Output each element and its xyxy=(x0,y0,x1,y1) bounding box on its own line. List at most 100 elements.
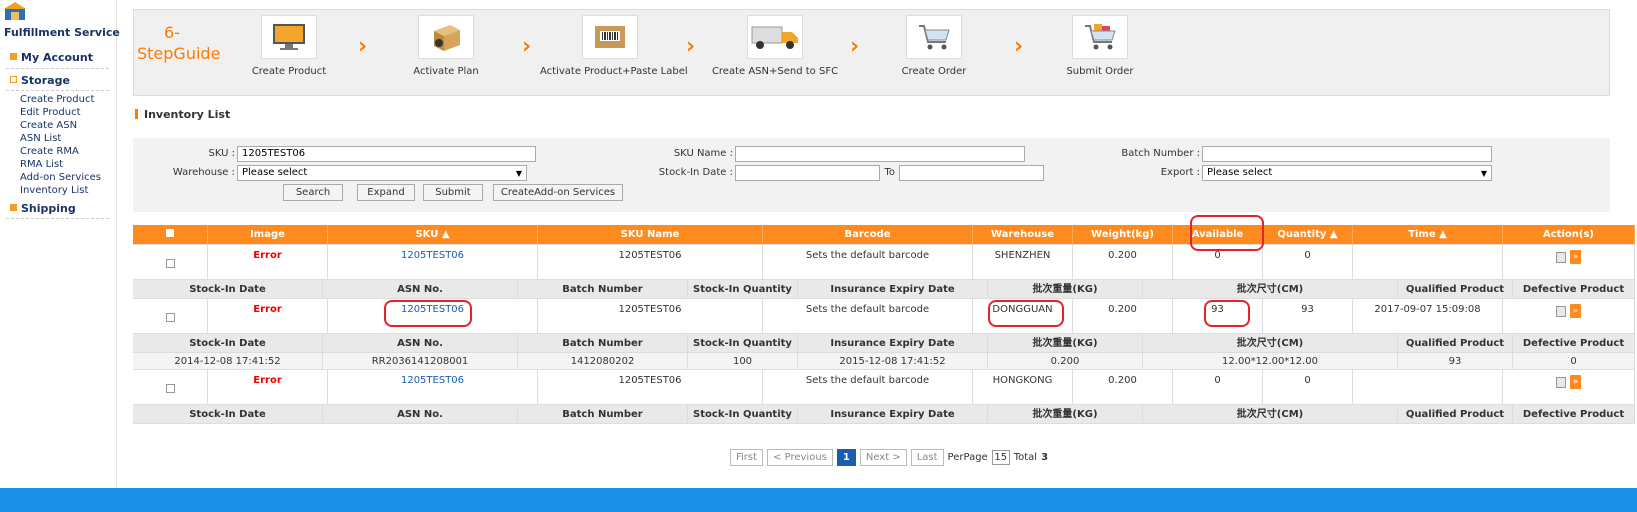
warehouse-select[interactable]: Please select xyxy=(237,165,527,181)
warehouse-label: Warehouse : xyxy=(172,167,235,178)
step-label: Create Product xyxy=(251,66,327,77)
row-checkbox[interactable] xyxy=(165,384,175,393)
nav-shipping-label: Shipping xyxy=(21,202,76,215)
page-1-button[interactable]: 1 xyxy=(836,449,856,466)
batch-header: Stock-In Date ASN No. Batch Number Stock… xyxy=(133,280,1635,299)
nav-asn-list[interactable]: ASN List xyxy=(20,132,61,145)
sub-col-batch-weight: 批次重量(KG) xyxy=(988,405,1143,424)
sku-input[interactable]: 1205TEST06 xyxy=(237,146,536,162)
expand-icon[interactable]: » xyxy=(1570,250,1581,264)
search-button[interactable]: Search xyxy=(283,184,343,201)
sub-col-asn: ASN No. xyxy=(323,334,518,353)
step-activate-plan[interactable]: Activate Plan xyxy=(386,15,506,77)
first-page-button[interactable]: First xyxy=(730,449,764,466)
highlight-available-header xyxy=(1190,215,1264,251)
bullet-icon xyxy=(10,53,17,60)
step-create-asn[interactable]: Create ASN+Send to SFC xyxy=(710,15,840,77)
sub-col-stockin-qty: Stock-In Quantity xyxy=(688,405,798,424)
asn-no: RR2036141208001 xyxy=(323,353,518,370)
last-page-button[interactable]: Last xyxy=(910,449,944,466)
defective-product: 0 xyxy=(1513,353,1635,370)
col-warehouse: Warehouse xyxy=(973,225,1073,245)
sub-col-qualified: Qualified Product xyxy=(1398,405,1513,424)
total-count: 3 xyxy=(1041,452,1049,463)
stockin-qty: 100 xyxy=(688,353,798,370)
select-all-cell[interactable] xyxy=(133,225,208,245)
nav-create-product[interactable]: Create Product xyxy=(20,93,94,106)
expand-button[interactable]: Expand xyxy=(357,184,415,201)
step-activate-product[interactable]: Activate Product+Paste Label xyxy=(540,15,688,77)
nav-create-asn[interactable]: Create ASN xyxy=(20,119,77,132)
sku-link[interactable]: 1205TEST06 xyxy=(328,245,538,280)
barcode: Sets the default barcode xyxy=(763,245,973,280)
row-select[interactable] xyxy=(133,299,208,334)
nav-my-account[interactable]: My Account xyxy=(10,51,93,64)
nav-inventory-list[interactable]: Inventory List xyxy=(20,184,88,197)
row-checkbox[interactable] xyxy=(165,259,175,268)
nav-create-rma[interactable]: Create RMA xyxy=(20,145,79,158)
nav-addon-services[interactable]: Add-on Services xyxy=(20,171,101,184)
col-barcode: Barcode xyxy=(763,225,973,245)
nav-my-account-label: My Account xyxy=(21,51,93,64)
sub-col-batch-size: 批次尺寸(CM) xyxy=(1143,405,1398,424)
cart-icon xyxy=(906,15,962,59)
footer-bar xyxy=(0,488,1637,512)
sku-link[interactable]: 1205TEST06 xyxy=(328,370,538,405)
sku-name: 1205TEST06 xyxy=(538,299,763,334)
submit-button[interactable]: Submit xyxy=(423,184,483,201)
stockin-date-to[interactable] xyxy=(899,165,1044,181)
service-title: Fulfillment Service xyxy=(4,26,120,39)
expand-icon[interactable]: » xyxy=(1570,304,1581,318)
step-label: Activate Plan xyxy=(413,66,479,77)
sub-col-insurance: Insurance Expiry Date xyxy=(798,280,988,299)
row-select[interactable] xyxy=(133,245,208,280)
image-error: Error xyxy=(208,299,328,334)
highlight-sku xyxy=(384,300,472,327)
expand-icon[interactable]: » xyxy=(1570,375,1581,389)
stockin-date-from[interactable] xyxy=(735,165,880,181)
row-checkbox[interactable] xyxy=(165,313,175,322)
col-sku[interactable]: SKU ▲ xyxy=(328,225,538,245)
col-time[interactable]: Time ▲ xyxy=(1353,225,1503,245)
to-label: To xyxy=(884,167,895,178)
view-icon[interactable] xyxy=(1556,376,1566,388)
sub-col-stockin-date: Stock-In Date xyxy=(133,280,323,299)
section-title-text: Inventory List xyxy=(144,108,231,121)
sku-label: SKU : xyxy=(208,148,235,159)
next-page-button[interactable]: Next > xyxy=(859,449,907,466)
view-icon[interactable] xyxy=(1556,305,1566,317)
col-quantity[interactable]: Quantity ▲ xyxy=(1263,225,1353,245)
divider xyxy=(6,68,109,69)
step-guide: 6-StepGuide Create Product › Activate Pl… xyxy=(133,9,1610,96)
pagination: First < Previous 1 Next > Last PerPage 1… xyxy=(730,449,1048,466)
previous-page-button[interactable]: < Previous xyxy=(767,449,833,466)
quantity: 0 xyxy=(1263,370,1353,405)
batch-number-label: Batch Number : xyxy=(1121,148,1200,159)
per-page-input[interactable]: 15 xyxy=(991,450,1010,465)
chevron-right-icon: › xyxy=(1014,34,1024,59)
qualified-product: 93 xyxy=(1398,353,1513,370)
export-select[interactable]: Please select xyxy=(1202,165,1492,181)
quantity: 0 xyxy=(1263,245,1353,280)
select-all-checkbox[interactable] xyxy=(166,229,174,237)
step-create-order[interactable]: Create Order xyxy=(874,15,994,77)
collapse-icon xyxy=(10,76,17,83)
time: 2017-09-07 15:09:08 xyxy=(1353,299,1503,334)
batch-number-input[interactable] xyxy=(1202,146,1492,162)
row-select[interactable] xyxy=(133,370,208,405)
sku-name-input[interactable] xyxy=(735,146,1025,162)
sku-name-label: SKU Name : xyxy=(673,148,733,159)
sub-col-batch: Batch Number xyxy=(518,334,688,353)
step-create-product[interactable]: Create Product xyxy=(229,15,349,77)
step-submit-order[interactable]: Submit Order xyxy=(1040,15,1160,77)
box-icon xyxy=(418,15,474,59)
nav-shipping[interactable]: Shipping xyxy=(10,202,76,215)
view-icon[interactable] xyxy=(1556,251,1566,263)
weight: 0.200 xyxy=(1073,245,1173,280)
nav-edit-product[interactable]: Edit Product xyxy=(20,106,81,119)
sub-col-asn: ASN No. xyxy=(323,280,518,299)
nav-storage[interactable]: Storage xyxy=(10,74,70,87)
create-addon-button[interactable]: CreateAdd-on Services xyxy=(493,184,623,201)
nav-rma-list[interactable]: RMA List xyxy=(20,158,63,171)
warehouse: HONGKONG xyxy=(973,370,1073,405)
